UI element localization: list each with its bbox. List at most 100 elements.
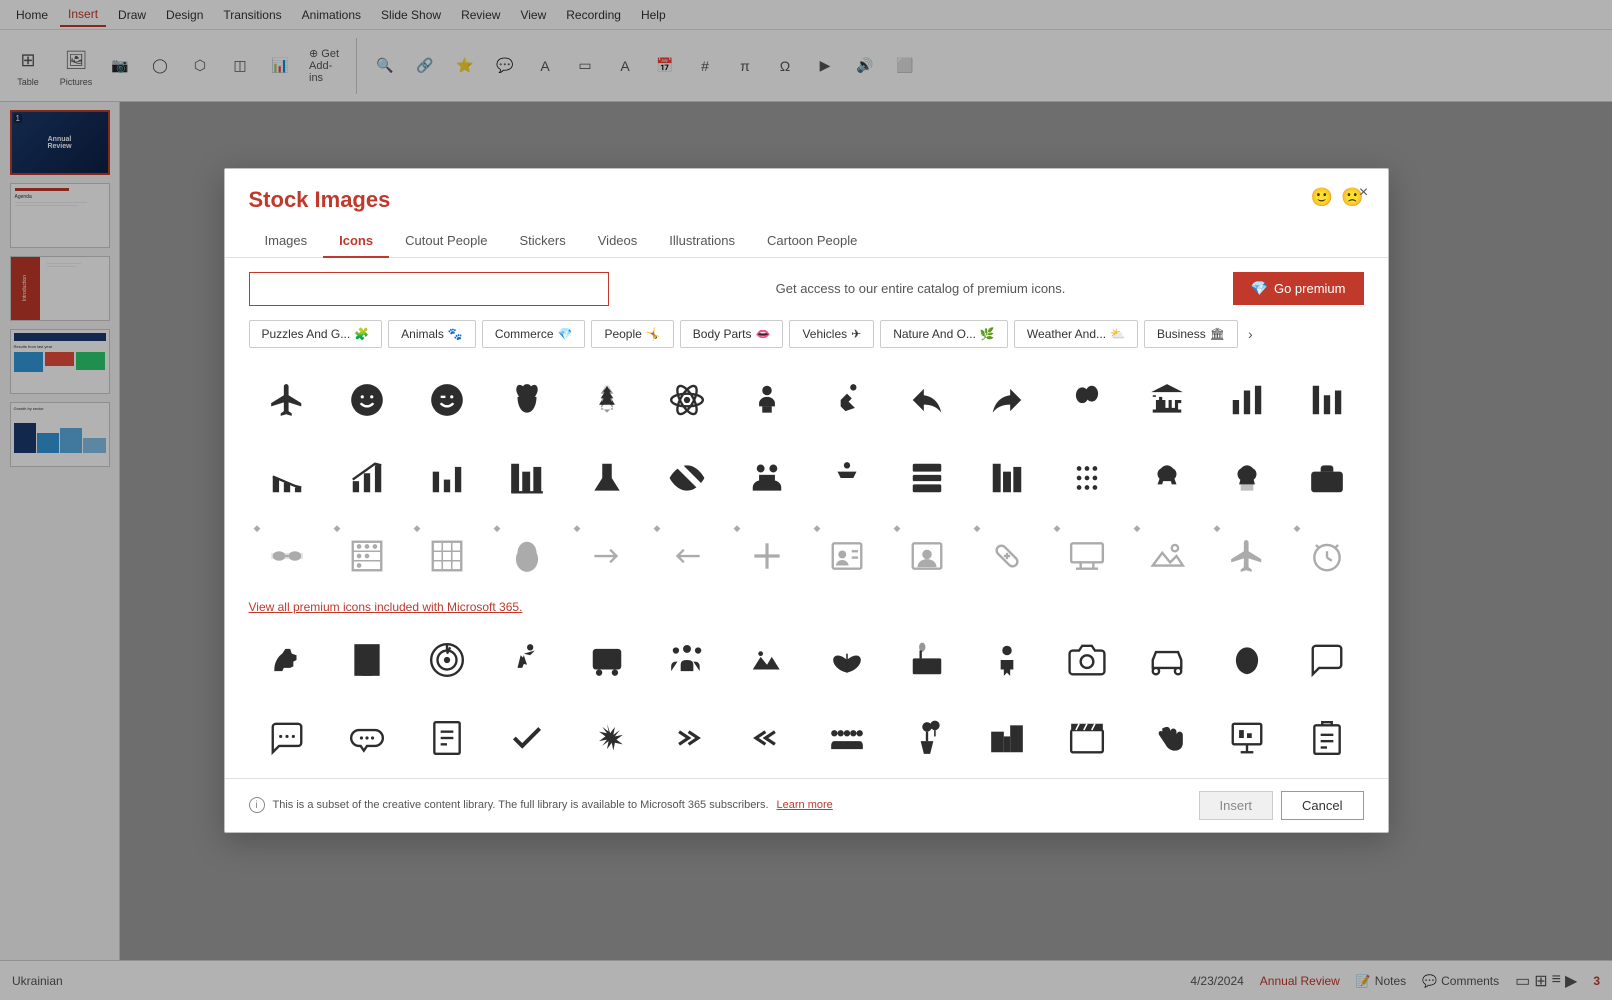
icon-landscape[interactable]: ◆ <box>1129 518 1205 594</box>
cat-puzzles[interactable]: Puzzles And G... 🧩 <box>249 320 383 348</box>
dialog-header: Stock Images 🙂 🙁 × <box>225 169 1388 213</box>
icon-reply[interactable] <box>889 362 965 438</box>
icon-person-running[interactable] <box>489 622 565 698</box>
icon-bandage[interactable]: ◆ <box>969 518 1045 594</box>
icon-chevrons-right[interactable] <box>649 700 725 776</box>
icon-chart-4[interactable] <box>489 440 565 516</box>
icon-camera[interactable] <box>1049 622 1125 698</box>
icon-checkmark[interactable] <box>489 700 565 776</box>
icon-baby[interactable] <box>729 362 805 438</box>
cat-puzzles-label: Puzzles And G... <box>262 327 351 341</box>
cat-business[interactable]: Business 🏛 <box>1144 320 1238 348</box>
tab-cutout-people[interactable]: Cutout People <box>389 225 503 258</box>
icon-plus-2[interactable]: ◆ <box>729 518 805 594</box>
icon-briefcase[interactable] <box>1289 440 1365 516</box>
icon-crowd-1[interactable] <box>649 622 725 698</box>
icon-arrow-left-2[interactable]: ◆ <box>649 518 725 594</box>
icon-apple[interactable] <box>489 362 565 438</box>
icon-acorn[interactable]: ◆ <box>489 518 565 594</box>
icon-bar-chart-2[interactable] <box>1289 362 1365 438</box>
icon-atom[interactable] <box>649 362 725 438</box>
icon-cat[interactable] <box>1209 622 1285 698</box>
icon-stacked-books[interactable] <box>889 440 965 516</box>
premium-link[interactable]: View all premium icons included with Mic… <box>249 596 1364 622</box>
icon-butterfly[interactable] <box>809 622 885 698</box>
emoji-happy-icon[interactable]: 🙂 <box>1311 187 1333 208</box>
icon-people-working[interactable] <box>729 440 805 516</box>
icon-fireworks[interactable] <box>569 700 645 776</box>
cat-people[interactable]: People 🤸 <box>591 320 673 348</box>
icon-birthday-cake[interactable] <box>889 622 965 698</box>
icon-checklist[interactable] <box>409 700 485 776</box>
tab-images[interactable]: Images <box>249 225 324 258</box>
icon-dots-chat-1[interactable] <box>249 700 325 776</box>
cat-commerce[interactable]: Commerce 💎 <box>482 320 586 348</box>
icon-clipboard[interactable] <box>1289 700 1365 776</box>
icon-chevrons-left[interactable] <box>729 700 805 776</box>
icon-contact-card-1[interactable]: ◆ <box>809 518 885 594</box>
cat-nature[interactable]: Nature And O... 🌿 <box>880 320 1008 348</box>
icon-braille-dots[interactable] <box>1049 440 1125 516</box>
icon-recycle[interactable] <box>569 362 645 438</box>
insert-button[interactable]: Insert <box>1199 791 1274 820</box>
icon-dinosaur[interactable] <box>249 622 325 698</box>
commerce-diamond: 💎 <box>558 327 573 341</box>
tab-cartoon-people[interactable]: Cartoon People <box>751 225 873 258</box>
tab-videos[interactable]: Videos <box>582 225 654 258</box>
icon-plane-premium[interactable]: ◆ <box>1209 518 1285 594</box>
icon-chat-bubbles[interactable] <box>1289 622 1365 698</box>
icon-3d-glasses[interactable]: ◆ <box>249 518 325 594</box>
icon-person-balloon[interactable] <box>889 700 965 776</box>
icon-car[interactable] <box>1129 622 1205 698</box>
icon-airplane[interactable] <box>249 362 325 438</box>
icon-forward[interactable] <box>969 362 1045 438</box>
icon-brain-2[interactable] <box>1209 440 1285 516</box>
cat-vehicles[interactable]: Vehicles ✈ <box>789 320 874 348</box>
icon-grid-matrix[interactable]: ◆ <box>409 518 485 594</box>
premium-badge-2: ◆ <box>334 523 341 534</box>
icon-balloons[interactable] <box>1049 362 1125 438</box>
icon-smiley[interactable] <box>329 362 405 438</box>
icon-billboard[interactable]: ◆ <box>1049 518 1125 594</box>
icon-eye-slash[interactable] <box>649 440 725 516</box>
icon-presentation-chart[interactable] <box>1209 700 1285 776</box>
icon-dots-chat-2[interactable] <box>329 700 405 776</box>
cat-animals[interactable]: Animals 🐾 <box>388 320 476 348</box>
close-button[interactable]: × <box>1352 181 1376 205</box>
icon-person-lifting[interactable] <box>809 440 885 516</box>
tab-stickers[interactable]: Stickers <box>504 225 582 258</box>
go-premium-button[interactable]: 💎 Go premium <box>1233 272 1364 305</box>
icon-arrow-right-2[interactable]: ◆ <box>569 518 645 594</box>
cat-nature-label: Nature And O... <box>893 327 976 341</box>
icon-building[interactable] <box>329 622 405 698</box>
cat-weather[interactable]: Weather And... ⛅ <box>1014 320 1138 348</box>
icon-abacus[interactable]: ◆ <box>329 518 405 594</box>
icon-clapperboard[interactable] <box>1049 700 1125 776</box>
icon-bus[interactable] <box>569 622 645 698</box>
categories-next-button[interactable]: › <box>1244 322 1257 346</box>
tab-illustrations[interactable]: Illustrations <box>653 225 751 258</box>
search-input[interactable] <box>249 272 609 306</box>
icon-beaker[interactable] <box>569 440 645 516</box>
icon-contact-card-2[interactable]: ◆ <box>889 518 965 594</box>
icon-bar-chart-1[interactable] <box>1209 362 1285 438</box>
learn-more-link[interactable]: Learn more <box>777 799 833 811</box>
icon-chart-books[interactable] <box>969 440 1045 516</box>
icon-target[interactable] <box>409 622 485 698</box>
icon-clapping[interactable] <box>1129 700 1205 776</box>
icon-brain-1[interactable] <box>1129 440 1205 516</box>
icon-group-people[interactable] <box>809 700 885 776</box>
tab-icons[interactable]: Icons <box>323 225 389 258</box>
icon-chart-up-1[interactable] <box>329 440 405 516</box>
icon-institution[interactable] <box>1129 362 1205 438</box>
icon-wink[interactable] <box>409 362 485 438</box>
icon-city[interactable] <box>969 700 1045 776</box>
icon-chart-down-1[interactable] <box>249 440 325 516</box>
icon-chart-3[interactable] <box>409 440 485 516</box>
icon-mountain-people[interactable] <box>729 622 805 698</box>
icon-alarm-clock[interactable]: ◆ <box>1289 518 1365 594</box>
icon-crawling[interactable] <box>809 362 885 438</box>
icon-presenter[interactable] <box>969 622 1045 698</box>
cat-body-parts[interactable]: Body Parts 👄 <box>680 320 784 348</box>
cancel-button[interactable]: Cancel <box>1281 791 1363 820</box>
